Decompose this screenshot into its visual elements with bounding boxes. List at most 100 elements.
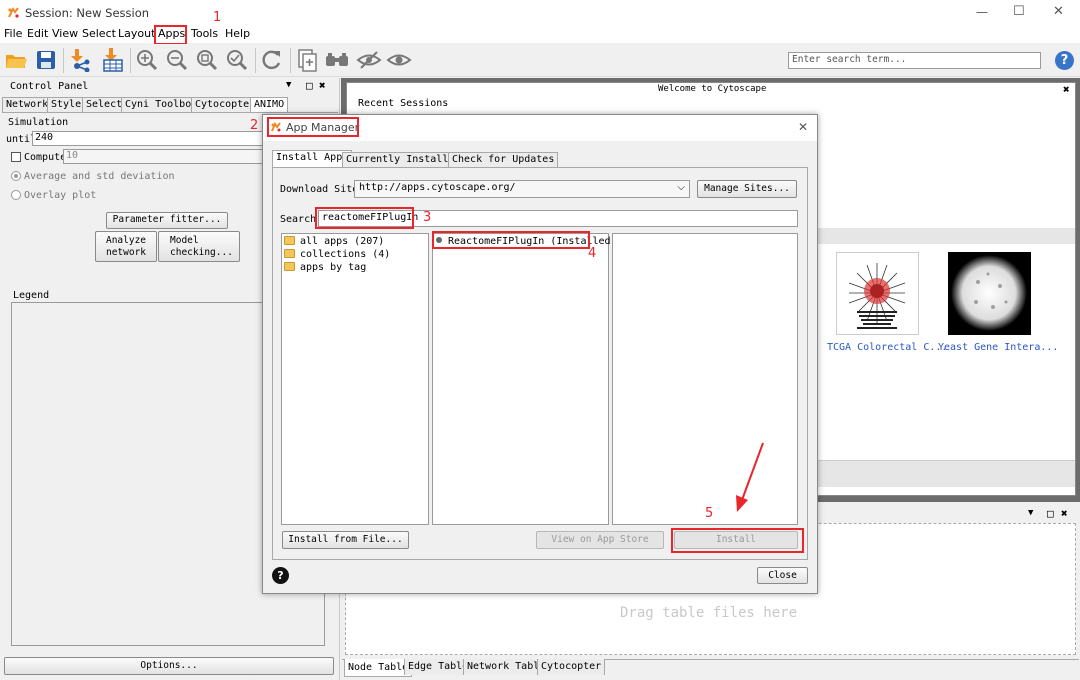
control-panel-tabs: Network Style Select Cyni Toolbox Cytoco… — [2, 97, 338, 113]
compute-input[interactable]: 10 — [63, 149, 268, 164]
minimize-button[interactable]: — — [976, 5, 988, 19]
average-radio[interactable] — [11, 171, 21, 181]
category-apps-by-tag[interactable]: apps by tag — [284, 262, 366, 273]
toolbar-separator — [255, 48, 256, 73]
manage-sites-button[interactable]: Manage Sites... — [697, 180, 797, 198]
import-table-icon[interactable] — [98, 47, 126, 73]
yeast-thumbnail-label[interactable]: Yeast Gene Intera... — [938, 342, 1058, 353]
folder-icon — [284, 236, 295, 245]
tab-install-apps[interactable]: Install Apps — [272, 150, 353, 167]
toolbar-separator — [63, 48, 64, 73]
dialog-title-highlight — [267, 117, 359, 137]
hide-icon[interactable] — [355, 47, 383, 73]
average-radio-label: Average and std deviation — [24, 171, 175, 182]
menu-file[interactable]: File — [4, 27, 22, 40]
view-on-app-store-button[interactable]: View on App Store — [536, 531, 664, 549]
help-icon[interactable]: ? — [1055, 51, 1074, 70]
toolbar-separator — [290, 48, 291, 73]
tab-currently-installed[interactable]: Currently Installed — [342, 152, 465, 167]
tab-node-table[interactable]: Node Table — [344, 659, 413, 677]
until-input[interactable]: 240 — [32, 131, 268, 146]
compute-label: Compute — [24, 152, 67, 163]
category-collections[interactable]: collections (4) — [284, 249, 390, 260]
dialog-close-icon[interactable]: ✕ — [798, 120, 808, 134]
tab-network[interactable]: Network — [2, 97, 53, 112]
new-network-icon[interactable] — [294, 47, 320, 73]
parameter-fitter-button[interactable]: Parameter fitter... — [106, 212, 228, 229]
install-from-file-button[interactable]: Install from File... — [282, 531, 409, 549]
tab-edge-table[interactable]: Edge Table — [404, 659, 473, 675]
overlay-radio[interactable] — [11, 190, 21, 200]
save-icon[interactable] — [33, 47, 59, 73]
yeast-thumbnail[interactable] — [948, 252, 1031, 335]
close-button[interactable]: Close — [757, 567, 808, 584]
tab-cytocopter[interactable]: Cytocopter — [191, 97, 260, 112]
chevron-down-icon: ⌵ — [677, 182, 685, 193]
install-highlight — [671, 528, 804, 553]
title-bar — [0, 0, 1080, 26]
category-all-apps[interactable]: all apps (207) — [284, 236, 384, 247]
result-highlight — [432, 231, 590, 249]
menu-tools[interactable]: Tools — [191, 27, 218, 40]
search-input[interactable]: Enter search term... — [788, 52, 1041, 69]
menu-view[interactable]: View — [52, 27, 78, 40]
menu-help[interactable]: Help — [225, 27, 250, 40]
menu-edit[interactable]: Edit — [27, 27, 48, 40]
category-tree — [281, 233, 429, 525]
control-panel-title: Control Panel — [10, 81, 89, 92]
panel-menu-icon[interactable]: ▼ — [286, 80, 291, 90]
compute-checkbox[interactable] — [11, 152, 21, 162]
tcga-thumbnail-label[interactable]: TCGA Colorectal C... — [827, 342, 947, 353]
find-icon[interactable] — [323, 47, 351, 73]
table-tabs: Node Table Edge Table Network Table Cyto… — [342, 659, 1079, 677]
close-window-button[interactable]: ✕ — [1053, 4, 1064, 19]
download-site-select[interactable]: http://apps.cytoscape.org/⌵ — [354, 180, 690, 198]
drop-zone-text: Drag table files here — [620, 605, 798, 621]
annotation-5: 5 — [705, 506, 714, 521]
tab-cyni-toolbox[interactable]: Cyni Toolbox — [121, 97, 202, 112]
annotation-3: 3 — [423, 210, 432, 225]
annotation-1: 1 — [213, 10, 222, 25]
toolbar-separator — [130, 48, 131, 73]
maximize-button[interactable]: ☐ — [1013, 4, 1025, 19]
analyze-network-button[interactable]: Analyze network — [95, 231, 157, 262]
tab-animo[interactable]: ANIMO — [250, 97, 289, 112]
tab-cytocopter-table[interactable]: Cytocopter — [537, 659, 606, 675]
model-checking-button[interactable]: Model checking... — [158, 231, 240, 262]
tcga-thumbnail[interactable] — [836, 252, 919, 335]
annotation-4: 4 — [588, 246, 597, 261]
results-list — [432, 233, 609, 525]
zoom-fit-icon[interactable] — [194, 47, 220, 73]
zoom-selected-icon[interactable] — [224, 47, 250, 73]
dialog-tabs: Install Apps Currently Installed Check f… — [272, 150, 808, 167]
zoom-in-icon[interactable] — [134, 47, 160, 73]
refresh-icon[interactable] — [259, 47, 285, 73]
app-description-area — [612, 233, 798, 525]
tab-style[interactable]: Style — [47, 97, 86, 112]
table-panel-menu-icon[interactable]: ▼ — [1028, 508, 1033, 518]
import-network-icon[interactable] — [66, 47, 94, 73]
show-icon[interactable] — [385, 47, 413, 73]
table-panel-close-icon[interactable]: ✖ — [1061, 507, 1068, 520]
apps-menu-highlight — [154, 25, 187, 45]
welcome-close-icon[interactable]: ✖ — [1063, 83, 1070, 96]
overlay-radio-label: Overlay plot — [24, 190, 97, 201]
annotation-2: 2 — [250, 118, 259, 133]
panel-float-icon[interactable]: □ — [306, 79, 313, 92]
tab-check-updates[interactable]: Check for Updates — [448, 152, 559, 167]
folder-icon — [284, 262, 295, 271]
table-panel-float-icon[interactable]: □ — [1047, 507, 1054, 520]
open-folder-icon[interactable] — [3, 47, 29, 73]
options-button[interactable]: Options... — [4, 657, 334, 675]
zoom-out-icon[interactable] — [164, 47, 190, 73]
search-highlight — [315, 207, 414, 229]
menu-layout[interactable]: Layout — [118, 27, 155, 40]
dialog-help-icon[interactable]: ? — [272, 567, 289, 584]
legend-label: Legend — [13, 290, 50, 301]
annotation-arrow — [736, 442, 764, 512]
download-site-label: Download Site: — [280, 184, 365, 195]
panel-close-icon[interactable]: ✖ — [319, 79, 326, 92]
tab-select[interactable]: Select — [82, 97, 127, 112]
window-title: Session: New Session — [25, 6, 150, 20]
menu-select[interactable]: Select — [82, 27, 116, 40]
